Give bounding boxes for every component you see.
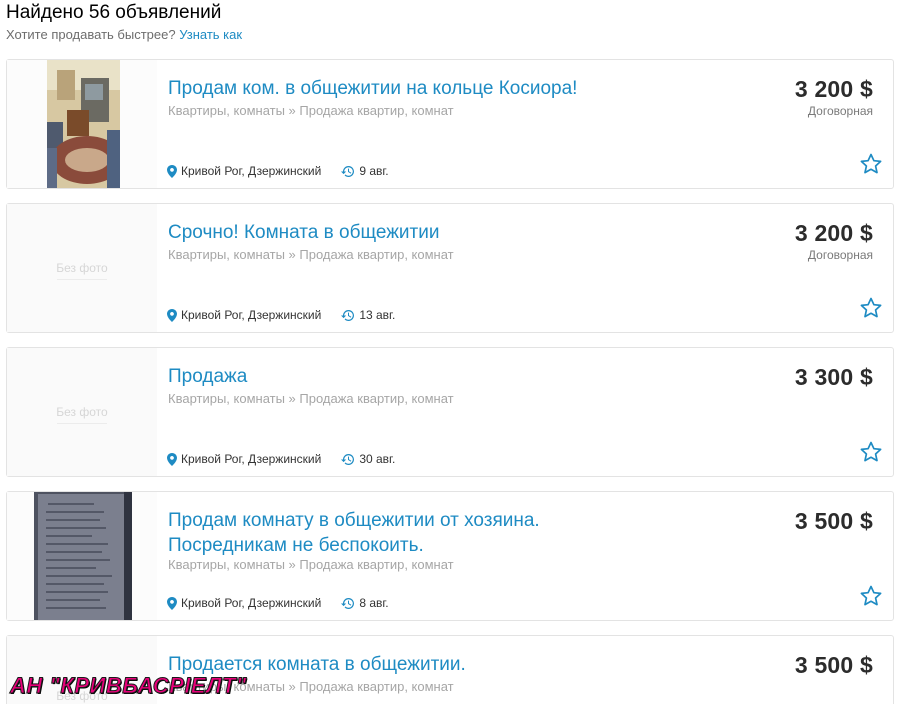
no-photo-placeholder: Без фото (7, 204, 157, 332)
listing-meta: Кривой Рог, Дзержинский 9 авг. (167, 164, 389, 178)
date-text: 9 авг. (359, 164, 389, 178)
history-clock-icon (341, 309, 355, 321)
listing-price: 3 200 $ (794, 220, 873, 246)
listing-title[interactable]: Продам комнату в общежитии от хозяина. П… (168, 508, 728, 558)
map-pin-icon (167, 596, 177, 610)
date-text: 13 авг. (359, 308, 396, 322)
favorite-star-icon[interactable] (859, 440, 883, 464)
map-pin-icon (167, 452, 177, 466)
no-photo-placeholder: Без фото (7, 348, 157, 476)
favorite-star-icon[interactable] (859, 584, 883, 608)
listing-category: Квартиры, комнаты » Продажа квартир, ком… (168, 557, 454, 572)
location-text: Кривой Рог, Дзержинский (181, 452, 322, 466)
listing-card[interactable]: Продам комнату в общежитии от хозяина. П… (6, 491, 894, 621)
location-text: Кривой Рог, Дзержинский (181, 308, 322, 322)
sell-faster-text: Хотите продавать быстрее? (6, 27, 176, 42)
listing-card[interactable]: Без фото Срочно! Комната в общежитии Ква… (6, 203, 894, 333)
listing-thumbnail[interactable] (7, 60, 157, 188)
no-photo-divider (57, 423, 107, 424)
room-photo[interactable] (47, 60, 120, 188)
listing-meta: Кривой Рог, Дзержинский 30 авг. (167, 452, 395, 466)
listing-title[interactable]: Продается комната в общежитии. (168, 652, 728, 677)
listing-meta: Кривой Рог, Дзержинский 8 авг. (167, 596, 389, 610)
listing-location: Кривой Рог, Дзержинский (167, 164, 321, 178)
listing-price: 3 200 $ (794, 76, 873, 102)
listing-thumbnail[interactable]: Без фото (7, 348, 157, 476)
listing-card[interactable]: Без фото Продажа Квартиры, комнаты » Про… (6, 347, 894, 477)
price-negotiable: Договорная (807, 248, 873, 262)
listing-title[interactable]: Срочно! Комната в общежитии (168, 220, 728, 245)
document-photo[interactable] (34, 492, 132, 620)
learn-how-link[interactable]: Узнать как (179, 27, 242, 42)
listing-date: 13 авг. (341, 308, 395, 322)
listing-category: Квартиры, комнаты » Продажа квартир, ком… (168, 391, 454, 406)
no-photo-label: Без фото (56, 261, 108, 275)
favorite-star-icon[interactable] (859, 152, 883, 176)
date-text: 8 авг. (359, 596, 389, 610)
history-clock-icon (341, 597, 355, 609)
listing-title[interactable]: Продам ком. в общежитии на кольце Косиор… (168, 76, 728, 101)
page: Найдено 56 объявлений Хотите продавать б… (0, 0, 899, 704)
listing-location: Кривой Рог, Дзержинский (167, 596, 321, 610)
sell-faster-hint: Хотите продавать быстрее? Узнать как (6, 27, 242, 42)
listing-price: 3 500 $ (794, 508, 873, 534)
history-clock-icon (341, 165, 355, 177)
listing-title[interactable]: Продажа (168, 364, 728, 389)
agency-watermark: АН "КРИВБАСРІЕЛТ" (10, 673, 247, 699)
listing-category: Квартиры, комнаты » Продажа квартир, ком… (168, 247, 454, 262)
location-text: Кривой Рог, Дзержинский (181, 164, 322, 178)
listing-date: 8 авг. (341, 596, 389, 610)
listing-location: Кривой Рог, Дзержинский (167, 308, 321, 322)
listing-meta: Кривой Рог, Дзержинский 13 авг. (167, 308, 395, 322)
listing-price: 3 300 $ (794, 364, 873, 390)
no-photo-label: Без фото (56, 405, 108, 419)
listing-card[interactable]: Продам ком. в общежитии на кольце Косиор… (6, 59, 894, 189)
listing-price: 3 500 $ (794, 652, 873, 678)
listing-category: Квартиры, комнаты » Продажа квартир, ком… (168, 103, 454, 118)
location-text: Кривой Рог, Дзержинский (181, 596, 322, 610)
results-count-title: Найдено 56 объявлений (6, 2, 222, 23)
listing-title-line: Продам комнату в общежитии от хозяина. (168, 510, 540, 531)
favorite-star-icon[interactable] (859, 296, 883, 320)
map-pin-icon (167, 164, 177, 178)
listing-thumbnail[interactable] (7, 492, 157, 620)
date-text: 30 авг. (359, 452, 396, 466)
listing-location: Кривой Рог, Дзержинский (167, 452, 321, 466)
map-pin-icon (167, 308, 177, 322)
listing-date: 30 авг. (341, 452, 395, 466)
listing-thumbnail[interactable]: Без фото (7, 204, 157, 332)
price-negotiable: Договорная (807, 104, 873, 118)
listing-title-line: Посредникам не беспокоить. (168, 535, 424, 556)
no-photo-divider (57, 279, 107, 280)
listing-date: 9 авг. (341, 164, 389, 178)
history-clock-icon (341, 453, 355, 465)
